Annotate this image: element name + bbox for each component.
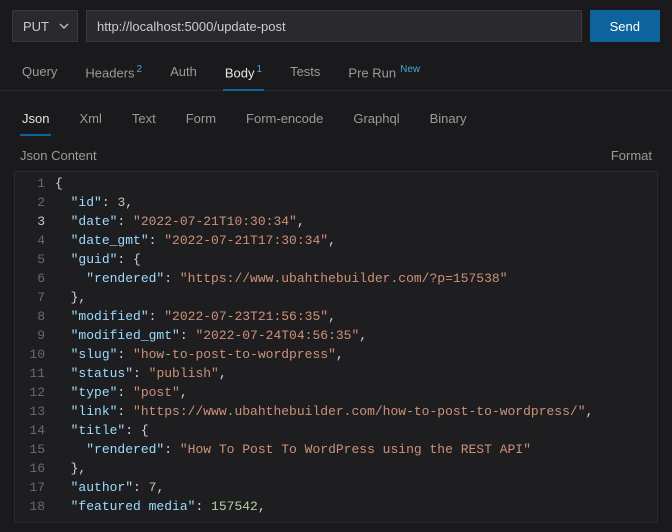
tab-tests[interactable]: Tests <box>288 56 322 90</box>
code-line[interactable]: 10 "slug": "how-to-post-to-wordpress", <box>15 345 657 364</box>
line-content: "modified": "2022-07-23T21:56:35", <box>55 307 657 326</box>
http-method-select[interactable]: PUT <box>12 10 78 42</box>
code-line[interactable]: 12 "type": "post", <box>15 383 657 402</box>
line-content: "guid": { <box>55 250 657 269</box>
request-bar: PUT Send <box>0 0 672 52</box>
code-line[interactable]: 7 }, <box>15 288 657 307</box>
line-content: "slug": "how-to-post-to-wordpress", <box>55 345 657 364</box>
line-number: 7 <box>15 288 55 307</box>
line-content: }, <box>55 288 657 307</box>
code-line[interactable]: 9 "modified_gmt": "2022-07-24T04:56:35", <box>15 326 657 345</box>
code-line[interactable]: 4 "date_gmt": "2022-07-21T17:30:34", <box>15 231 657 250</box>
body-subtab-text[interactable]: Text <box>130 105 158 136</box>
format-button[interactable]: Format <box>611 148 652 163</box>
line-number: 3 <box>15 212 55 231</box>
line-number: 8 <box>15 307 55 326</box>
line-number: 1 <box>15 174 55 193</box>
tab-label: Headers <box>85 65 134 80</box>
body-subtab-form-encode[interactable]: Form-encode <box>244 105 325 136</box>
line-content: { <box>55 174 657 193</box>
line-content: "author": 7, <box>55 478 657 497</box>
line-content: "link": "https://www.ubahthebuilder.com/… <box>55 402 657 421</box>
code-line[interactable]: 17 "author": 7, <box>15 478 657 497</box>
code-line[interactable]: 18 "featured media": 157542, <box>15 497 657 516</box>
line-content: "featured media": 157542, <box>55 497 657 516</box>
code-line[interactable]: 2 "id": 3, <box>15 193 657 212</box>
code-line[interactable]: 15 "rendered": "How To Post To WordPress… <box>15 440 657 459</box>
body-subtab-graphql[interactable]: Graphql <box>351 105 401 136</box>
tab-body[interactable]: Body1 <box>223 56 264 90</box>
tab-pre-run[interactable]: Pre Run New <box>346 56 422 90</box>
code-line[interactable]: 14 "title": { <box>15 421 657 440</box>
tab-badge: 1 <box>257 64 263 75</box>
chevron-down-icon <box>59 23 69 29</box>
line-number: 17 <box>15 478 55 497</box>
line-content: "modified_gmt": "2022-07-24T04:56:35", <box>55 326 657 345</box>
line-content: "date": "2022-07-21T10:30:34", <box>55 212 657 231</box>
tab-badge: 2 <box>137 64 143 75</box>
tab-auth[interactable]: Auth <box>168 56 199 90</box>
line-number: 10 <box>15 345 55 364</box>
line-content: "id": 3, <box>55 193 657 212</box>
code-line[interactable]: 8 "modified": "2022-07-23T21:56:35", <box>15 307 657 326</box>
json-editor[interactable]: 1{2 "id": 3,3 "date": "2022-07-21T10:30:… <box>14 171 658 523</box>
line-number: 14 <box>15 421 55 440</box>
code-line[interactable]: 16 }, <box>15 459 657 478</box>
line-number: 15 <box>15 440 55 459</box>
line-content: "rendered": "https://www.ubahthebuilder.… <box>55 269 657 288</box>
request-tabs: Query Headers2 Auth Body1 Tests Pre Run New <box>0 52 672 91</box>
tab-label: Pre Run <box>348 65 396 80</box>
line-number: 16 <box>15 459 55 478</box>
line-content: "rendered": "How To Post To WordPress us… <box>55 440 657 459</box>
line-number: 6 <box>15 269 55 288</box>
line-content: "type": "post", <box>55 383 657 402</box>
tab-label: Auth <box>170 64 197 79</box>
line-number: 4 <box>15 231 55 250</box>
code-line[interactable]: 6 "rendered": "https://www.ubahthebuilde… <box>15 269 657 288</box>
tab-label: Tests <box>290 64 320 79</box>
code-area[interactable]: 1{2 "id": 3,3 "date": "2022-07-21T10:30:… <box>15 172 657 518</box>
line-number: 9 <box>15 326 55 345</box>
url-input[interactable] <box>86 10 582 42</box>
tab-query[interactable]: Query <box>20 56 59 90</box>
body-subtab-xml[interactable]: Xml <box>77 105 103 136</box>
tab-label: Body <box>225 65 255 80</box>
send-button[interactable]: Send <box>590 10 660 42</box>
code-line[interactable]: 13 "link": "https://www.ubahthebuilder.c… <box>15 402 657 421</box>
code-line[interactable]: 3 "date": "2022-07-21T10:30:34", <box>15 212 657 231</box>
line-number: 12 <box>15 383 55 402</box>
line-number: 11 <box>15 364 55 383</box>
body-subtab-json[interactable]: Json <box>20 105 51 136</box>
line-number: 5 <box>15 250 55 269</box>
http-method-value: PUT <box>23 19 49 34</box>
tab-new-badge: New <box>400 64 420 75</box>
body-panel-title: Json Content <box>20 148 97 163</box>
tab-headers[interactable]: Headers2 <box>83 56 144 90</box>
code-line[interactable]: 1{ <box>15 174 657 193</box>
line-content: "title": { <box>55 421 657 440</box>
body-panel-header: Json Content Format <box>0 136 672 171</box>
body-subtab-binary[interactable]: Binary <box>428 105 469 136</box>
line-number: 18 <box>15 497 55 516</box>
tab-label: Query <box>22 64 57 79</box>
body-subtab-form[interactable]: Form <box>184 105 218 136</box>
body-type-tabs: Json Xml Text Form Form-encode Graphql Binary <box>0 91 672 136</box>
code-line[interactable]: 11 "status": "publish", <box>15 364 657 383</box>
line-content: }, <box>55 459 657 478</box>
code-line[interactable]: 5 "guid": { <box>15 250 657 269</box>
line-content: "status": "publish", <box>55 364 657 383</box>
line-number: 13 <box>15 402 55 421</box>
line-number: 2 <box>15 193 55 212</box>
line-content: "date_gmt": "2022-07-21T17:30:34", <box>55 231 657 250</box>
